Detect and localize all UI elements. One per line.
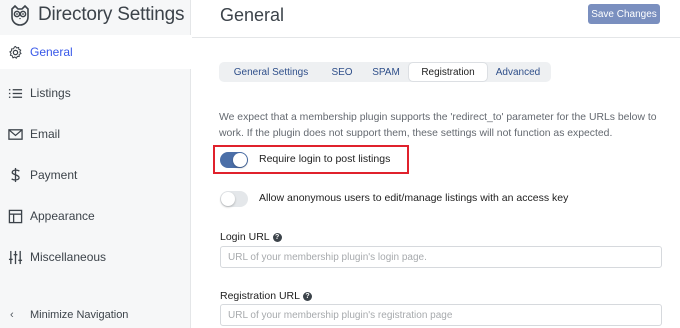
app-title: Directory Settings (38, 4, 185, 25)
tab-seo[interactable]: SEO (321, 63, 363, 81)
help-icon[interactable]: ? (302, 291, 312, 301)
require-login-toggle[interactable] (220, 152, 248, 168)
toggle-knob (233, 153, 247, 167)
layout-icon (7, 208, 23, 224)
registration-url-label-text: Registration URL (220, 290, 300, 302)
sidebar-item-label: Miscellaneous (30, 250, 107, 264)
sidebar-item-label: Email (30, 127, 61, 141)
login-url-label: Login URL ? (220, 231, 282, 243)
save-changes-button[interactable]: Save Changes (588, 4, 660, 24)
envelope-icon (7, 126, 23, 142)
toggle-knob (221, 192, 235, 206)
settings-tabs: General Settings SEO SPAM Registration A… (219, 62, 551, 82)
sidebar-item-label: General (30, 45, 73, 59)
chevron-left-icon: ‹ (10, 309, 14, 321)
tab-spam[interactable]: SPAM (363, 63, 409, 81)
sidebar-item-miscellaneous[interactable]: Miscellaneous (0, 240, 191, 274)
tab-general-settings[interactable]: General Settings (221, 63, 321, 81)
registration-url-label: Registration URL ? (220, 290, 312, 302)
anonymous-edit-label: Allow anonymous users to edit/manage lis… (259, 192, 569, 204)
list-icon (7, 85, 23, 101)
minimize-navigation-button[interactable]: ‹ Minimize Navigation (0, 302, 191, 328)
redirect-notice: We expect that a membership plugin suppo… (219, 112, 657, 139)
tab-advanced[interactable]: Advanced (487, 63, 549, 81)
sidebar-item-listings[interactable]: Listings (0, 76, 191, 110)
tab-registration[interactable]: Registration (409, 63, 487, 81)
header: General Save Changes (192, 0, 680, 38)
sidebar-item-payment[interactable]: Payment (0, 158, 191, 192)
brand: Directory Settings (9, 4, 185, 26)
page-title: General (220, 5, 285, 25)
registration-url-input[interactable] (220, 304, 662, 326)
sidebar-item-label: Appearance (30, 209, 95, 223)
require-login-label: Require login to post listings (259, 153, 391, 165)
sliders-icon (7, 249, 23, 265)
sidebar-item-appearance[interactable]: Appearance (0, 199, 191, 233)
sidebar-item-label: Payment (30, 168, 78, 182)
anonymous-edit-toggle[interactable] (220, 191, 248, 207)
dollar-icon (7, 167, 23, 183)
minimize-navigation-label: Minimize Navigation (30, 309, 129, 321)
owl-logo-icon (11, 4, 29, 26)
login-url-input[interactable] (220, 246, 662, 268)
sidebar-item-label: Listings (30, 86, 71, 100)
sidebar-item-general[interactable]: General (0, 35, 191, 69)
sidebar-item-email[interactable]: Email (0, 117, 191, 151)
gear-icon (7, 44, 23, 60)
sidebar: Directory Settings General Listings Emai… (0, 0, 191, 328)
login-url-label-text: Login URL (220, 231, 270, 243)
help-icon[interactable]: ? (272, 232, 282, 242)
